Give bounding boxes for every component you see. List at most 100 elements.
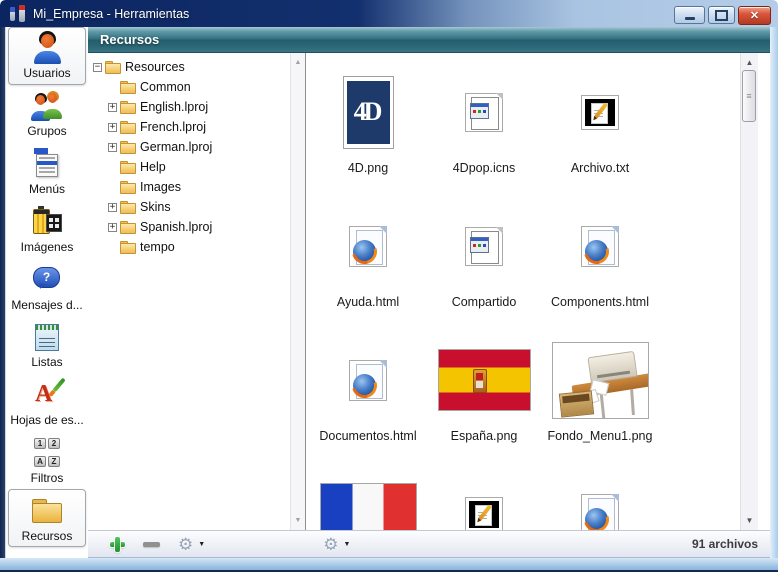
scroll-down-icon[interactable]: ▼ — [741, 516, 758, 525]
tree-item-common[interactable]: Common — [88, 77, 305, 97]
minimize-button[interactable] — [674, 6, 705, 24]
file-france-flag[interactable] — [310, 465, 426, 530]
file-espana-png[interactable]: España.png — [426, 331, 542, 465]
file-compartido[interactable]: Compartido — [426, 197, 542, 331]
file-name: Documentos.html — [319, 429, 416, 449]
tree-item-label: Spanish.lproj — [140, 220, 212, 234]
window-doc-icon — [465, 227, 503, 266]
status-bar: ⚙ ▼ ⚙ ▼ 91 archivos — [88, 530, 770, 558]
add-button[interactable] — [88, 532, 125, 556]
sidebar-item-hojas-de-estilo[interactable]: A Hojas de es... — [6, 374, 88, 432]
scroll-up-icon[interactable]: ▲ — [741, 58, 758, 67]
tree-item-label: French.lproj — [140, 120, 206, 134]
file-4d-png[interactable]: 4D 4D.png — [310, 63, 426, 197]
sidebar-item-listas[interactable]: Listas — [6, 316, 88, 374]
chevron-down-icon: ▼ — [343, 541, 350, 548]
user-icon — [30, 31, 64, 65]
file-fondo-menu1-png[interactable]: Fondo_Menu1.png — [542, 331, 658, 465]
sidebar: Usuarios Grupos Menús Imágenes ? Mensaje… — [5, 27, 88, 558]
expand-icon[interactable]: + — [108, 223, 117, 232]
expand-icon[interactable]: + — [108, 143, 117, 152]
file-list-panel: 4D 4D.png 4Dpop.icns Archivo.txt Ayuda.h… — [306, 53, 770, 530]
scrollbar-thumb[interactable]: ≡ — [742, 70, 756, 122]
file-archivo-txt[interactable]: Archivo.txt — [542, 63, 658, 197]
tree-scrollbar[interactable]: ▲ ▼ — [290, 53, 305, 530]
close-button[interactable]: ✕ — [738, 6, 771, 25]
tree-item-label: Help — [140, 160, 166, 174]
tree-item-skins[interactable]: + Skins — [88, 197, 305, 217]
close-icon: ✕ — [750, 9, 759, 22]
file-components-html[interactable]: Components.html — [542, 197, 658, 331]
expand-icon[interactable]: + — [108, 203, 117, 212]
title-bar[interactable]: Mi_Empresa - Herramientas ✕ — [0, 0, 778, 27]
file-name: Fondo_Menu1.png — [548, 429, 653, 449]
window-title: Mi_Empresa - Herramientas — [33, 7, 189, 21]
firefox-doc-icon — [349, 360, 387, 401]
tree-item-french-lproj[interactable]: + French.lproj — [88, 117, 305, 137]
file-name: 4D.png — [348, 161, 388, 181]
sidebar-item-grupos[interactable]: Grupos — [6, 85, 88, 143]
file-notepad[interactable] — [426, 465, 542, 530]
folder-icon — [120, 101, 136, 114]
file-grid: 4D 4D.png 4Dpop.icns Archivo.txt Ayuda.h… — [310, 63, 658, 530]
stylesheet-icon: A — [30, 378, 64, 412]
plus-icon — [110, 537, 125, 552]
menu-icon — [30, 147, 64, 181]
tree-item-images[interactable]: Images — [88, 177, 305, 197]
tree-item-help[interactable]: Help — [88, 157, 305, 177]
options-menu-button[interactable]: ⚙ ▼ — [178, 532, 205, 556]
window-frame-right — [770, 27, 778, 558]
window-controls: ✕ — [674, 6, 771, 25]
message-bubble-icon: ? — [30, 263, 64, 297]
tree-item-label: German.lproj — [140, 140, 212, 154]
window-frame-bottom — [0, 558, 778, 572]
file-ayuda-html[interactable]: Ayuda.html — [310, 197, 426, 331]
sidebar-item-usuarios[interactable]: Usuarios — [8, 27, 86, 85]
black-notepad-icon — [465, 497, 503, 531]
tree-item-spanish-lproj[interactable]: + Spanish.lproj — [88, 217, 305, 237]
folder-icon — [30, 494, 64, 528]
file-name: España.png — [451, 429, 518, 449]
tree-item-label: tempo — [140, 240, 175, 254]
tree-item-label: Skins — [140, 200, 171, 214]
tree-item-tempo[interactable]: tempo — [88, 237, 305, 257]
filter-keys-icon: 12 AZ — [30, 436, 64, 470]
france-flag-icon — [320, 483, 417, 530]
maximize-icon — [715, 10, 728, 21]
sidebar-item-label: Recursos — [22, 529, 73, 543]
tree-item-english-lproj[interactable]: + English.lproj — [88, 97, 305, 117]
file-documentos-html[interactable]: Documentos.html — [310, 331, 426, 465]
file-list-scrollbar[interactable]: ▲ ≡ ▼ — [740, 53, 758, 530]
spain-flag-icon — [438, 349, 531, 411]
sidebar-item-label: Listas — [31, 355, 62, 369]
remove-button[interactable] — [125, 532, 160, 556]
folder-icon — [120, 81, 136, 94]
tree-item-german-lproj[interactable]: + German.lproj — [88, 137, 305, 157]
folder-icon — [120, 201, 136, 214]
file-4dpop-icns[interactable]: 4Dpop.icns — [426, 63, 542, 197]
tree-item-label: Images — [140, 180, 181, 194]
sidebar-item-menus[interactable]: Menús — [6, 143, 88, 201]
file-firefox-doc[interactable] — [542, 465, 658, 530]
file-name: Archivo.txt — [571, 161, 629, 181]
actions-menu-button[interactable]: ⚙ ▼ — [323, 532, 350, 556]
tree-item-resources[interactable]: − Resources — [88, 57, 305, 77]
page-header: Recursos — [88, 27, 770, 53]
chevron-down-icon: ▼ — [198, 541, 205, 548]
folder-icon — [120, 121, 136, 134]
scroll-up-icon[interactable]: ▲ — [291, 59, 305, 66]
file-count: 91 archivos — [692, 537, 758, 551]
sidebar-item-label: Hojas de es... — [10, 413, 83, 427]
sidebar-item-filtros[interactable]: 12 AZ Filtros — [6, 432, 88, 490]
scroll-down-icon[interactable]: ▼ — [291, 517, 305, 524]
expand-icon[interactable]: + — [108, 123, 117, 132]
file-name: Components.html — [551, 295, 649, 315]
maximize-button[interactable] — [708, 6, 735, 24]
sidebar-item-mensajes[interactable]: ? Mensajes d... — [6, 258, 88, 316]
printer-photo-icon — [552, 342, 649, 419]
sidebar-item-imagenes[interactable]: Imágenes — [6, 200, 88, 258]
collapse-icon[interactable]: − — [93, 63, 102, 72]
expand-icon[interactable]: + — [108, 103, 117, 112]
folder-icon — [120, 161, 136, 174]
sidebar-item-recursos[interactable]: Recursos — [8, 489, 86, 547]
